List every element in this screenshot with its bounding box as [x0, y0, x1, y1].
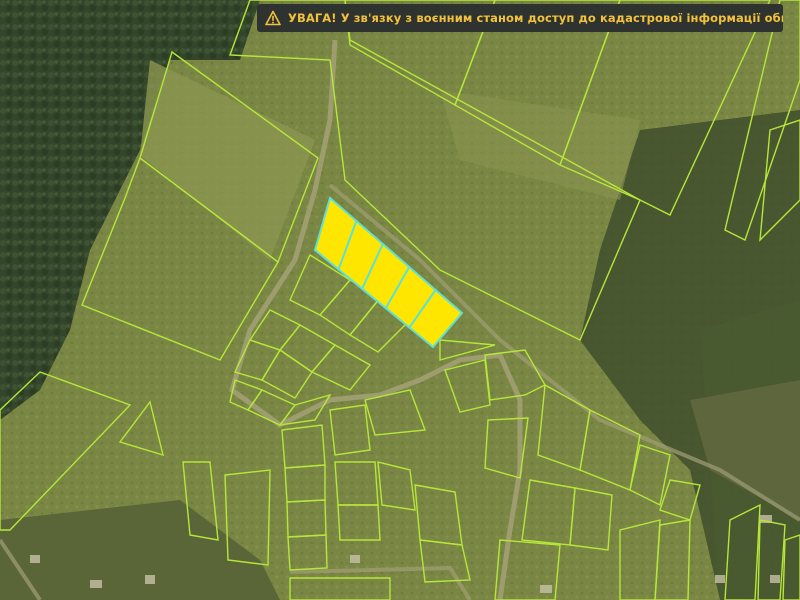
cadastral-map[interactable]	[0, 0, 800, 600]
warning-text: УВАГА! У зв'язку з воєнним станом доступ…	[288, 11, 783, 25]
warning-icon	[265, 10, 281, 26]
martial-law-warning-banner: УВАГА! У зв'язку з воєнним станом доступ…	[257, 4, 783, 32]
